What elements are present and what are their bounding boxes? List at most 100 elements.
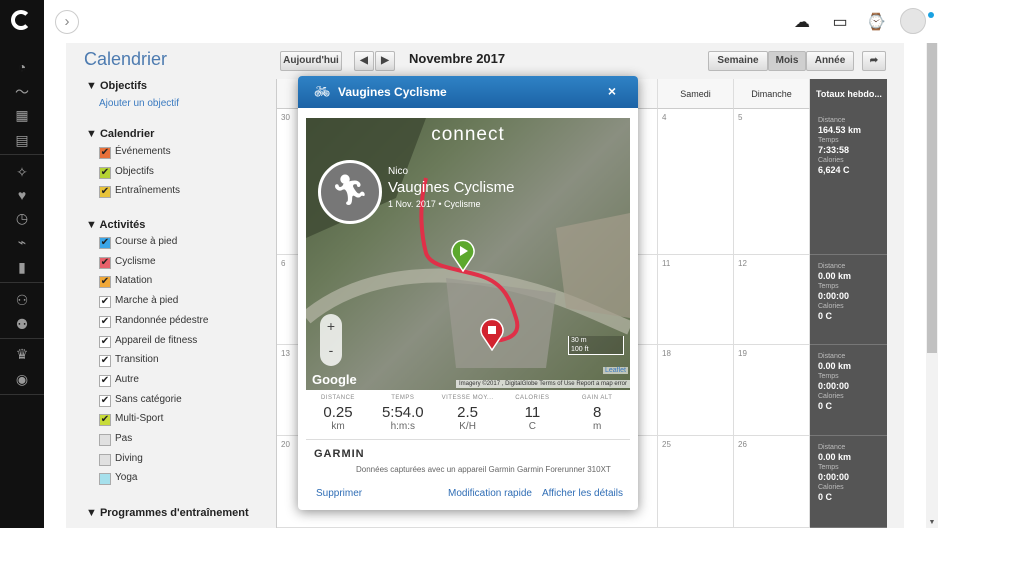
page-scrollbar[interactable]: ▼ [926, 43, 938, 528]
page-title: Calendrier [84, 49, 168, 69]
day-cell[interactable]: 12 [734, 255, 810, 345]
checkbox[interactable] [99, 434, 111, 446]
activity-modal: 🚲︎ Vaugines Cyclisme × connect 🏃︎ Nico V… [298, 76, 638, 510]
calendar-filter-item[interactable]: ✔Événements▼ [99, 146, 259, 160]
delete-link[interactable]: Supprimer [316, 488, 362, 499]
google-logo: Google [312, 372, 357, 387]
reports-icon[interactable]: ▤ [12, 132, 32, 148]
activity-filter-item[interactable]: ✔Sans catégorie▼ [99, 394, 259, 408]
checkbox[interactable]: ✔ [99, 256, 111, 269]
map-attribution[interactable]: Imagery ©2017 , DigitalGlobe Terms of Us… [455, 380, 630, 388]
stats-bars-icon[interactable]: ▮ [12, 259, 32, 275]
week-view-button[interactable]: Semaine [708, 51, 768, 71]
add-objective-link[interactable]: Ajouter un objectif [99, 98, 179, 109]
upload-cloud-icon[interactable]: ☁ [792, 12, 812, 32]
activity-filter-item[interactable]: ✔Multi-Sport▼ [99, 413, 259, 427]
checkbox[interactable]: ✔ [99, 276, 111, 289]
checkbox[interactable]: ✔ [99, 315, 111, 328]
checkbox[interactable]: ✔ [99, 374, 111, 387]
scale-meters: 30 m [571, 337, 587, 344]
garmin-connect-logo-icon[interactable] [11, 10, 31, 30]
trophy-icon[interactable]: ♛ [12, 346, 32, 362]
day-cell[interactable]: 26 [734, 436, 810, 528]
activity-filter-item[interactable]: ✔Appareil de fitness▼ [99, 335, 259, 349]
checkbox[interactable]: ✔ [99, 147, 111, 159]
activity-title: Vaugines Cyclisme [388, 179, 515, 196]
scrollbar-thumb[interactable] [927, 43, 937, 353]
activity-filter-item[interactable]: ✔Cyclisme▼ [99, 256, 259, 270]
calendar-heading[interactable]: ▼ Calendrier [86, 128, 154, 140]
activity-map[interactable]: connect 🏃︎ Nico Vaugines Cyclisme 1 Nov.… [306, 118, 630, 390]
activity-filter-item[interactable]: ✔Transition▼ [99, 354, 259, 368]
month-view-button[interactable]: Mois [768, 51, 806, 71]
day-cell[interactable]: 11 [658, 255, 734, 345]
next-month-button[interactable]: ▶ [375, 51, 395, 71]
zoom-in-button[interactable]: + [320, 314, 342, 338]
total-value: 7:33:58 [818, 145, 850, 155]
total-label: Distance [818, 353, 846, 360]
device-watch-icon[interactable]: ⌚ [866, 12, 886, 32]
training-icon[interactable]: ✧ [12, 164, 32, 180]
activity-filter-item[interactable]: Diving▼ [99, 453, 259, 467]
activity-filter-item[interactable]: ✔Course à pied▼ [99, 236, 259, 250]
checkbox[interactable]: ✔ [99, 296, 111, 309]
checkbox[interactable]: ✔ [99, 335, 111, 348]
dashboard-icon[interactable]: ◔ [12, 59, 32, 75]
activity-filter-label: Autre [115, 373, 139, 385]
user-avatar[interactable] [900, 8, 926, 34]
activity-date: 1 Nov. 2017 • Cyclisme [388, 199, 481, 209]
activity-filter-label: Appareil de fitness [115, 334, 198, 346]
activity-filter-item[interactable]: Yoga▼ [99, 472, 259, 486]
gear-shoe-icon[interactable]: ⌁ [12, 234, 32, 250]
calendar-filter-item[interactable]: ✔Entraînements▼ [99, 185, 259, 199]
top-bar: › ☁ ▭ ⌚ [44, 0, 1024, 43]
activity-filter-item[interactable]: Pas▼ [99, 433, 259, 447]
connect-logo: connect [431, 124, 505, 145]
prev-month-button[interactable]: ◀ [354, 51, 374, 71]
day-cell[interactable]: 25 [658, 436, 734, 528]
checkbox[interactable] [99, 473, 111, 486]
day-cell[interactable]: 4 [658, 109, 734, 255]
close-icon[interactable]: × [608, 83, 616, 99]
activity-filter-item[interactable]: ✔Autre▼ [99, 374, 259, 388]
checkbox[interactable]: ✔ [99, 237, 111, 249]
checkbox[interactable]: ✔ [99, 355, 111, 368]
modal-footer: Supprimer Modification rapide Afficher l… [298, 482, 638, 510]
quick-edit-link[interactable]: Modification rapide [448, 488, 532, 499]
activity-filter-item[interactable]: ✔Natation▼ [99, 275, 259, 289]
checkbox[interactable]: ✔ [99, 166, 111, 179]
activities-heading[interactable]: ▼ Activités [86, 219, 145, 231]
checkbox[interactable]: ✔ [99, 394, 111, 407]
timer-icon[interactable]: ◷ [12, 210, 32, 226]
zoom-out-button[interactable]: - [320, 338, 342, 362]
challenges-icon[interactable]: ◉ [12, 371, 32, 387]
day-cell[interactable]: 18 [658, 345, 734, 436]
share-button[interactable]: ➦ [862, 51, 886, 71]
year-view-button[interactable]: Année [806, 51, 854, 71]
health-heart-icon[interactable]: ♥ [12, 187, 32, 203]
today-button[interactable]: Aujourd'hui [280, 51, 342, 71]
activity-filter-label: Multi-Sport [115, 413, 164, 425]
leaflet-link[interactable]: Leaflet [602, 367, 628, 374]
header-weekly-totals: Totaux hebdo... [810, 79, 887, 109]
checkbox[interactable]: ✔ [99, 186, 111, 199]
scroll-down-arrow[interactable]: ▼ [926, 519, 938, 526]
left-nav: ◔ 〜 ▦ ▤ ✧ ♥ ◷ ⌁ ▮ ⚇ ⚉ ♛ ◉ [0, 0, 44, 528]
checkbox[interactable]: ✔ [99, 414, 111, 427]
inbox-icon[interactable]: ▭ [830, 12, 850, 32]
calendar-filter-label: Événements [115, 146, 171, 157]
activity-filter-item[interactable]: ✔Randonnée pédestre▼ [99, 315, 259, 329]
programs-heading[interactable]: ▼ Programmes d'entraînement [86, 507, 249, 519]
activity-filter-item[interactable]: ✔Marche à pied▼ [99, 295, 259, 309]
day-cell[interactable]: 19 [734, 345, 810, 436]
activity-chart-icon[interactable]: 〜 [12, 84, 32, 100]
checkbox[interactable] [99, 453, 111, 466]
calendar-filter-item[interactable]: ✔Objectifs▼ [99, 166, 259, 180]
objectives-heading[interactable]: ▼ Objectifs [86, 80, 147, 92]
expand-nav-button[interactable]: › [55, 10, 79, 34]
groups-icon[interactable]: ⚉ [12, 316, 32, 332]
calendar-icon[interactable]: ▦ [12, 107, 32, 123]
view-details-link[interactable]: Afficher les détails [542, 488, 623, 499]
connections-icon[interactable]: ⚇ [12, 292, 32, 308]
day-cell[interactable]: 5 [734, 109, 810, 255]
